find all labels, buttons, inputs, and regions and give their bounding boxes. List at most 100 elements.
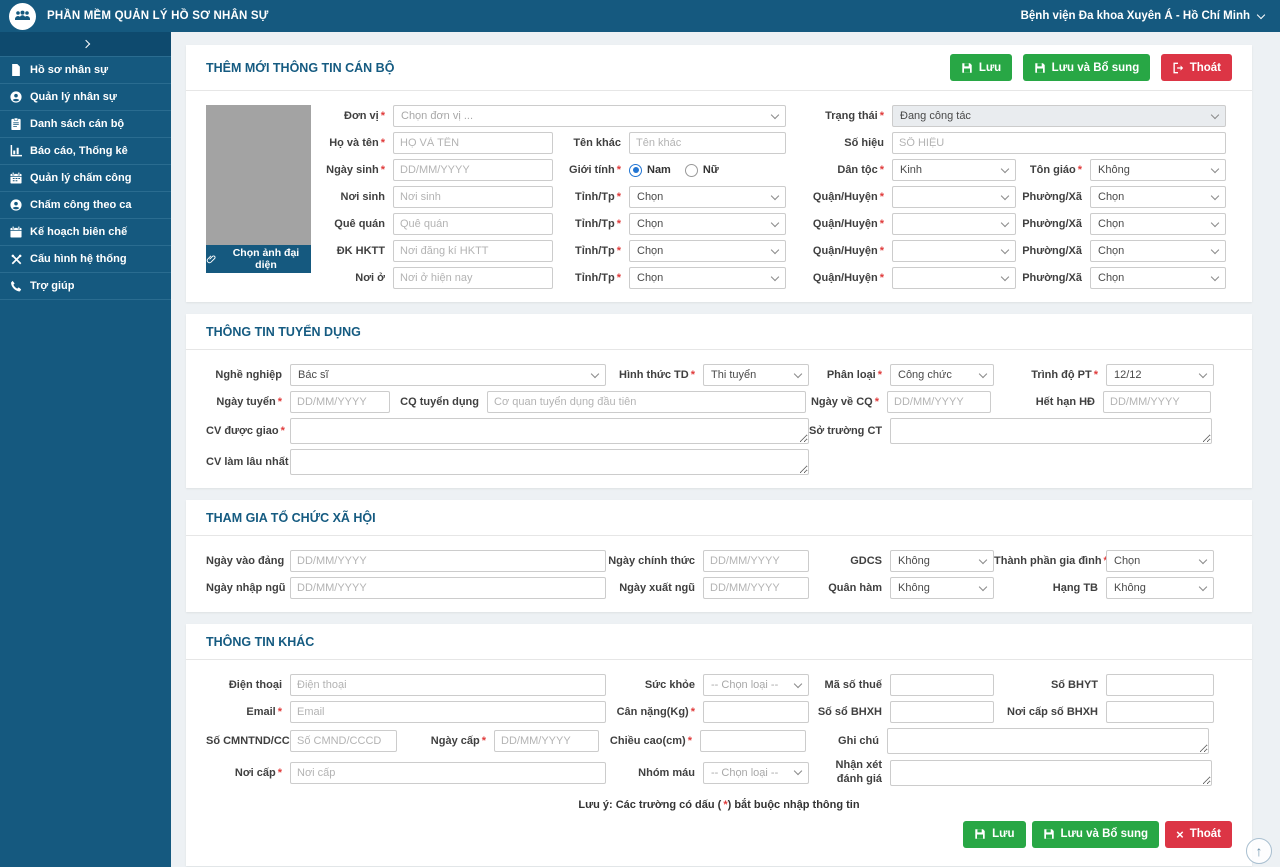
tinh-tp-select-3[interactable]: Chọn	[629, 240, 786, 262]
chevron-down-icon	[793, 369, 803, 378]
quan-huyen-label: Quận/Huyện *	[812, 218, 884, 230]
tinh-tp-select-4[interactable]: Chọn	[629, 267, 786, 289]
sidebar-collapse-button[interactable]	[0, 32, 171, 57]
don-vi-select[interactable]: Chọn đơn vị ...	[393, 105, 786, 127]
quan-ham-select[interactable]: Không	[890, 577, 994, 599]
phuong-xa-select-4[interactable]: Chọn	[1090, 267, 1226, 289]
document-icon	[9, 64, 23, 76]
sidebar-item-cham-cong-theo-ca[interactable]: Chấm công theo ca	[0, 192, 171, 219]
phan-loai-select[interactable]: Công chức	[890, 364, 994, 386]
ma-so-thue-input[interactable]	[890, 674, 994, 696]
ngay-ve-cq-input[interactable]	[887, 391, 991, 413]
sidebar-item-ho-so-nhan-su[interactable]: Hồ sơ nhân sự	[0, 57, 171, 84]
ton-giao-select[interactable]: Không	[1090, 159, 1226, 181]
sidebar: Hồ sơ nhân sự Quản lý nhân sự Danh sách …	[0, 32, 171, 867]
suc-khoe-select[interactable]: -- Chọn loại --	[703, 674, 809, 696]
org-selector[interactable]: Bệnh viện Đa khoa Xuyên Á - Hồ Chí Minh	[1021, 10, 1266, 22]
save-and-add-button-bottom[interactable]: Lưu và Bổ sung	[1031, 820, 1160, 848]
ngay-cap-input[interactable]	[494, 730, 599, 752]
quan-huyen-select-3[interactable]	[892, 240, 1016, 262]
ngay-nhap-ngu-input[interactable]	[290, 577, 606, 599]
email-input[interactable]	[290, 701, 606, 723]
save-button-bottom[interactable]: Lưu	[963, 820, 1026, 848]
so-so-bhxh-input[interactable]	[890, 701, 994, 723]
chevron-down-icon	[1210, 245, 1220, 254]
save-and-add-button[interactable]: Lưu và Bổ sung	[1022, 54, 1151, 81]
noi-sinh-input[interactable]	[393, 186, 553, 208]
choose-avatar-button[interactable]: Chọn ảnh đại diện	[206, 245, 311, 273]
radio-nam[interactable]	[629, 163, 642, 177]
trang-thai-select[interactable]: Đang công tác	[892, 105, 1226, 127]
ten-khac-input[interactable]	[629, 132, 786, 154]
hinh-thuc-td-select[interactable]: Thi tuyển	[703, 364, 809, 386]
sidebar-item-bao-cao-thong-ke[interactable]: Báo cáo, Thống kê	[0, 138, 171, 165]
dk-hktt-label: ĐK HKTT	[336, 245, 385, 257]
avatar-placeholder	[206, 105, 311, 245]
sidebar-item-ke-hoach-bien-che[interactable]: Kế hoạch biên chế	[0, 219, 171, 246]
sidebar-item-danh-sach-can-bo[interactable]: Danh sách cán bộ	[0, 111, 171, 138]
so-cmnd-input[interactable]	[290, 730, 397, 752]
exit-button[interactable]: Thoát	[1160, 54, 1232, 81]
hang-tb-select[interactable]: Không	[1106, 577, 1214, 599]
ngay-sinh-input[interactable]	[393, 159, 553, 181]
cv-lam-lau-nhat-textarea[interactable]	[290, 449, 809, 475]
sidebar-item-quan-ly-cham-cong[interactable]: Quản lý chấm công	[0, 165, 171, 192]
phuong-xa-select-3[interactable]: Chọn	[1090, 240, 1226, 262]
tools-icon	[9, 254, 23, 265]
ngay-xuat-ngu-input[interactable]	[703, 577, 809, 599]
ton-giao-label: Tôn giáo *	[1029, 164, 1082, 176]
ghi-chu-textarea[interactable]	[887, 728, 1209, 754]
cv-duoc-giao-textarea[interactable]	[290, 418, 809, 444]
chevron-down-icon	[770, 218, 780, 227]
ngay-vao-dang-input[interactable]	[290, 550, 606, 572]
trinh-do-pt-select[interactable]: 12/12	[1106, 364, 1214, 386]
tinh-tp-select-1[interactable]: Chọn	[629, 186, 786, 208]
noi-cap-so-bhxh-input[interactable]	[1106, 701, 1214, 723]
so-hieu-input[interactable]	[892, 132, 1226, 154]
que-quan-input[interactable]	[393, 213, 553, 235]
het-han-hd-input[interactable]	[1103, 391, 1211, 413]
thanh-phan-gia-dinh-select[interactable]: Chọn	[1106, 550, 1214, 572]
dan-toc-select[interactable]: Kinh	[892, 159, 1016, 181]
so-bhyt-input[interactable]	[1106, 674, 1214, 696]
quan-huyen-select-2[interactable]	[892, 213, 1016, 235]
tinh-tp-select-2[interactable]: Chọn	[629, 213, 786, 235]
ngay-tuyen-input[interactable]	[290, 391, 390, 413]
tinh-tp-label: Tỉnh/Tp *	[575, 218, 621, 230]
gdcs-select[interactable]: Không	[890, 550, 994, 572]
radio-nu[interactable]	[684, 163, 698, 177]
can-nang-input[interactable]	[703, 701, 809, 723]
noi-o-input[interactable]	[393, 267, 553, 289]
main-content: THÊM MỚI THÔNG TIN CÁN BỘ Lưu Lưu và Bổ …	[186, 45, 1252, 867]
scroll-to-top-button[interactable]: ↑	[1246, 838, 1272, 864]
het-han-hd-label: Hết hạn HĐ	[1035, 396, 1095, 408]
radio-nu-label: Nữ	[702, 164, 719, 176]
ho-ten-input[interactable]	[393, 132, 553, 154]
so-truong-ct-label: Sở trường CT	[809, 425, 883, 437]
sidebar-item-tro-giup[interactable]: Trợ giúp	[0, 273, 171, 300]
phuong-xa-select-1[interactable]: Chọn	[1090, 186, 1226, 208]
ngay-chinh-thuc-input[interactable]	[703, 550, 809, 572]
quan-huyen-select-4[interactable]	[892, 267, 1016, 289]
cq-tuyen-dung-input[interactable]	[487, 391, 806, 413]
quan-huyen-select-1[interactable]	[892, 186, 1016, 208]
dan-toc-label: Dân tộc *	[837, 164, 884, 176]
phuong-xa-select-2[interactable]: Chọn	[1090, 213, 1226, 235]
sidebar-item-quan-ly-nhan-su[interactable]: Quản lý nhân sự	[0, 84, 171, 111]
nghe-nghiep-select[interactable]: Bác sĩ	[290, 364, 606, 386]
so-truong-ct-textarea[interactable]	[890, 418, 1212, 444]
dk-hktt-input[interactable]	[393, 240, 553, 262]
noi-cap-input[interactable]	[290, 761, 606, 784]
nhom-mau-select[interactable]: -- Chọn loại --	[703, 761, 809, 784]
sidebar-item-cau-hinh-he-thong[interactable]: Cấu hình hệ thống	[0, 246, 171, 273]
calendar-icon	[9, 226, 23, 238]
exit-button-bottom[interactable]: × Thoát	[1165, 820, 1232, 848]
dien-thoai-input[interactable]	[290, 674, 606, 696]
email-label: Email *	[246, 706, 282, 718]
ngay-vao-dang-label: Ngày vào đảng	[206, 555, 285, 567]
close-icon: ×	[1176, 826, 1184, 842]
chieu-cao-input[interactable]	[700, 730, 806, 752]
nhan-xet-textarea[interactable]	[890, 759, 1212, 786]
phone-icon	[9, 280, 23, 292]
save-button[interactable]: Lưu	[949, 54, 1013, 81]
